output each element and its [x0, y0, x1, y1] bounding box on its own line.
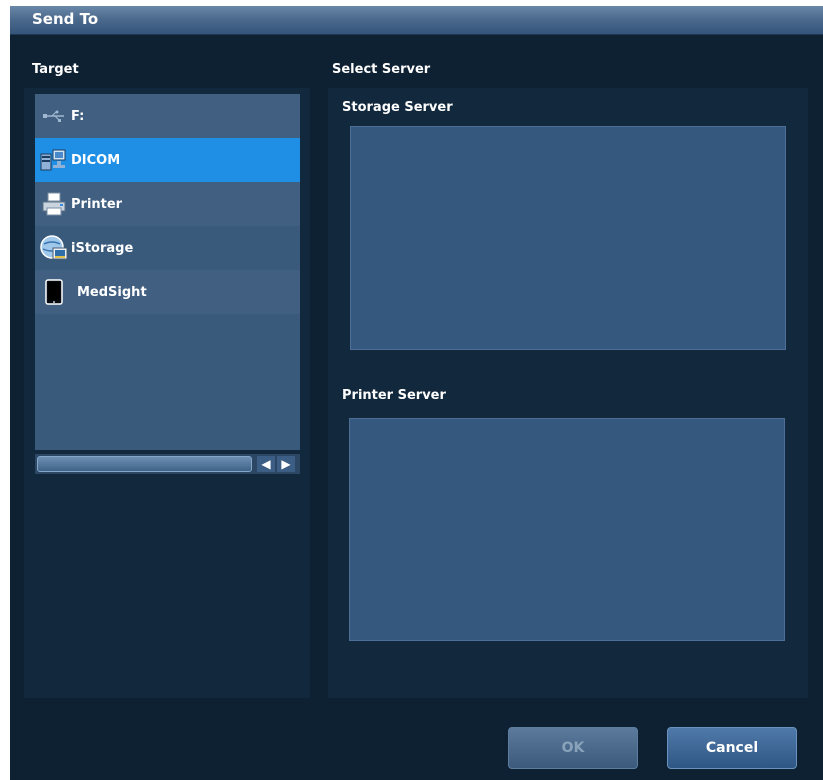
target-item-printer[interactable]: Printer: [35, 182, 300, 226]
target-item-medsight[interactable]: MedSight: [35, 270, 300, 314]
horizontal-scrollbar[interactable]: ◀ ▶: [35, 454, 300, 474]
target-item-label: F:: [71, 108, 85, 124]
target-item-label: Printer: [71, 196, 123, 212]
select-server-label: Select Server: [332, 62, 431, 77]
storage-server-label: Storage Server: [342, 100, 453, 115]
dicom-icon: [39, 146, 69, 174]
scroll-left-button[interactable]: ◀: [257, 456, 275, 472]
istorage-icon: [39, 234, 69, 262]
target-item-label: DICOM: [71, 152, 121, 168]
scroll-right-button[interactable]: ▶: [277, 456, 295, 472]
printer-icon: [39, 190, 69, 218]
target-label: Target: [32, 62, 79, 77]
title-bar: Send To: [10, 6, 823, 35]
target-panel: F: DICOM Printer iStorage MedSight ◀ ▶: [24, 88, 310, 698]
ok-button[interactable]: OK: [508, 727, 638, 769]
target-list: F: DICOM Printer iStorage MedSight: [35, 94, 300, 450]
printer-server-label: Printer Server: [342, 388, 446, 403]
scrollbar-thumb[interactable]: [37, 456, 252, 472]
target-item-dicom[interactable]: DICOM: [35, 138, 300, 182]
arrow-left-icon: ◀: [261, 457, 271, 471]
cancel-button[interactable]: Cancel: [667, 727, 797, 769]
dialog-title: Send To: [32, 10, 99, 28]
storage-server-list[interactable]: [350, 126, 786, 350]
usb-drive-icon: [39, 102, 69, 130]
arrow-right-icon: ▶: [281, 457, 291, 471]
target-item-f-drive[interactable]: F:: [35, 94, 300, 138]
server-panel: Storage Server Printer Server: [328, 88, 808, 698]
mobile-device-icon: [39, 278, 69, 306]
target-item-label: iStorage: [71, 240, 134, 256]
target-item-label: MedSight: [77, 284, 147, 300]
send-to-dialog: Send To Target Select Server F: DICOM Pr…: [10, 6, 823, 780]
printer-server-list[interactable]: [349, 418, 785, 641]
target-item-istorage[interactable]: iStorage: [35, 226, 300, 270]
